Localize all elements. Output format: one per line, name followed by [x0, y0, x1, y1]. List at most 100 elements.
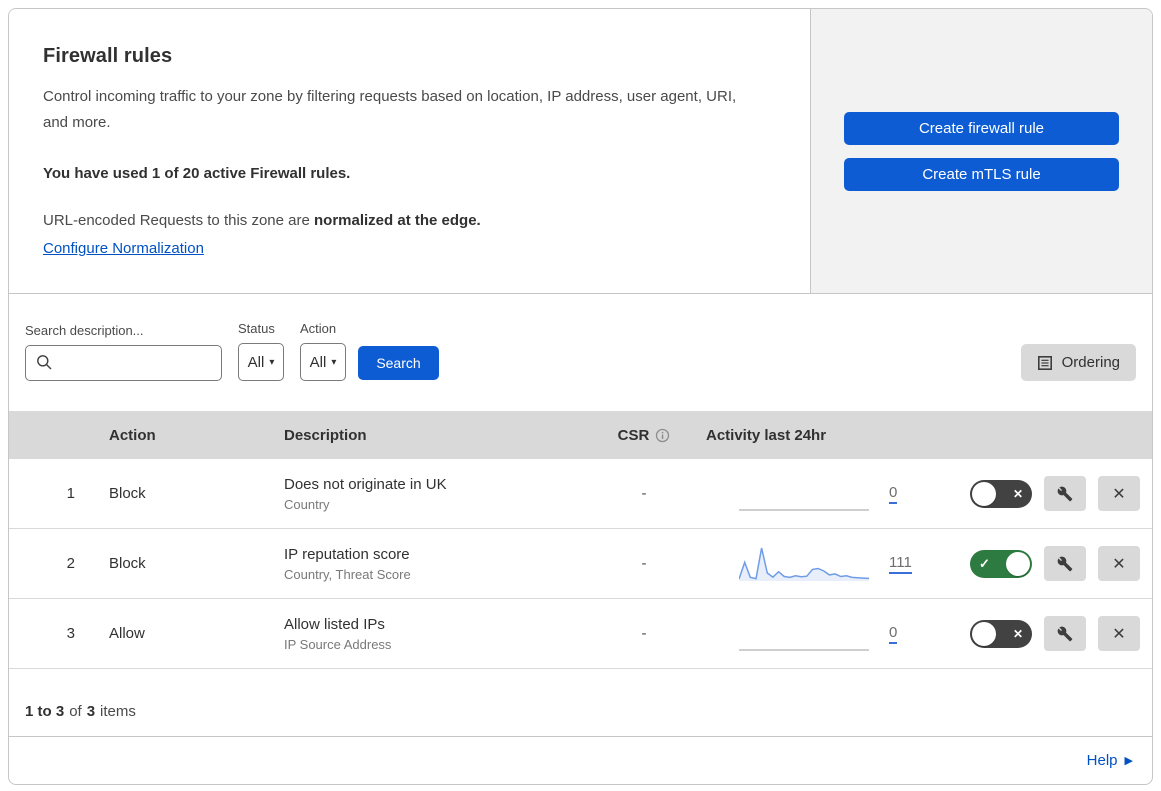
rule-priority: 1 — [66, 485, 75, 502]
normalization-note: URL-encoded Requests to this zone are no… — [43, 210, 770, 233]
rule-description: IP reputation score — [284, 545, 410, 563]
rule-description: Allow listed IPs — [284, 615, 385, 633]
wrench-icon — [1057, 556, 1073, 571]
close-icon: ✕ — [1112, 485, 1126, 503]
rule-activity-cell: 111 — [694, 544, 912, 584]
rule-fields: IP Source Address — [284, 636, 392, 652]
delete-rule-button[interactable]: ✕ — [1098, 476, 1140, 511]
configure-normalization-link[interactable]: Configure Normalization — [43, 240, 204, 257]
description-column-header: Description — [284, 426, 367, 444]
toggle-knob — [972, 621, 996, 646]
header-section: Firewall rules Control incoming traffic … — [9, 9, 1152, 294]
chevron-down-icon: ▾ — [331, 356, 337, 368]
search-input[interactable] — [25, 345, 222, 381]
rule-priority: 3 — [66, 625, 75, 642]
toggle-knob — [1006, 551, 1030, 576]
csr-column-header: CSR — [618, 427, 671, 444]
rule-status-toggle[interactable]: ✓ ✕ — [970, 619, 1032, 648]
close-icon: ✕ — [1112, 625, 1126, 643]
ordering-button[interactable]: Ordering — [1020, 344, 1136, 381]
rule-status-toggle[interactable]: ✓ ✕ — [970, 549, 1032, 578]
rule-description-cell: IP reputation score Country, Threat Scor… — [264, 546, 594, 582]
action-label: Action — [300, 321, 337, 336]
rule-description: Does not originate in UK — [284, 475, 447, 493]
help-arrow-icon: ▶ — [1124, 755, 1133, 767]
table-header: Action Description CSR Activity last 24h… — [9, 411, 1152, 459]
rule-action: Allow — [109, 625, 145, 642]
page-title: Firewall rules — [43, 45, 173, 67]
header-actions-panel: Create firewall rule Create mTLS rule — [811, 9, 1152, 293]
rule-priority: 2 — [66, 555, 75, 572]
ordering-button-label: Ordering — [1061, 354, 1120, 371]
normalization-text: URL-encoded Requests to this zone are — [43, 211, 314, 229]
rule-controls: ✓ ✕ ✕ — [909, 476, 1152, 511]
create-mtls-rule-button[interactable]: Create mTLS rule — [844, 157, 1119, 191]
create-firewall-rule-button[interactable]: Create firewall rule — [844, 111, 1119, 145]
activity-sparkline — [739, 648, 869, 651]
rule-csr-value: - — [641, 625, 647, 642]
x-icon: ✕ — [1012, 626, 1023, 641]
footer-of-text: of — [69, 703, 82, 720]
search-button[interactable]: Search — [358, 346, 439, 380]
rule-activity-cell: 0 — [694, 614, 909, 654]
item-total: 3 — [86, 703, 96, 720]
wrench-icon — [1057, 486, 1073, 501]
rule-fields: Country — [284, 496, 330, 512]
page-description: Control incoming traffic to your zone by… — [43, 88, 737, 132]
rule-csr-value: - — [641, 555, 647, 572]
search-group: Search description... — [25, 323, 222, 381]
toggle-knob — [972, 481, 996, 506]
rule-fields: Country, Threat Score — [284, 566, 411, 582]
edit-rule-button[interactable] — [1044, 476, 1086, 511]
help-bar: Help ▶ — [9, 736, 1152, 784]
rule-description-cell: Allow listed IPs IP Source Address — [264, 616, 594, 652]
action-column-header: Action — [109, 426, 156, 444]
search-icon — [37, 355, 52, 370]
rule-description-cell: Does not originate in UK Country — [264, 476, 594, 512]
rule-action: Block — [109, 555, 146, 572]
edit-rule-button[interactable] — [1044, 546, 1086, 581]
check-icon: ✓ — [979, 555, 990, 571]
delete-rule-button[interactable]: ✕ — [1098, 546, 1140, 581]
help-link[interactable]: Help — [1087, 752, 1118, 769]
status-label: Status — [238, 321, 275, 336]
action-select[interactable]: All ▾ — [300, 343, 346, 381]
rule-csr-value: - — [641, 485, 647, 502]
x-icon: ✕ — [1012, 486, 1023, 501]
normalization-bold-text: normalized at the edge. — [314, 211, 481, 229]
footer-items-text: items — [100, 703, 136, 720]
activity-column-header: Activity last 24hr — [706, 426, 827, 444]
wrench-icon — [1057, 626, 1073, 641]
table-row: 1 Block Does not originate in UK Country… — [9, 459, 1152, 529]
rule-controls: ✓ ✕ ✕ — [909, 616, 1152, 651]
activity-sparkline — [739, 547, 869, 581]
csr-header-label: CSR — [617, 426, 650, 444]
activity-count-link[interactable]: 0 — [889, 484, 898, 504]
rule-controls: ✓ ✕ ✕ — [909, 546, 1152, 581]
chevron-down-icon: ▾ — [269, 356, 275, 368]
action-filter-group: Action All ▾ — [300, 321, 346, 381]
edit-rule-button[interactable] — [1044, 616, 1086, 651]
rule-activity-cell: 0 — [694, 474, 909, 514]
table-row: 2 Block IP reputation score Country, Thr… — [9, 529, 1152, 599]
table-row: 3 Allow Allow listed IPs IP Source Addre… — [9, 599, 1152, 669]
usage-summary: You have used 1 of 20 active Firewall ru… — [43, 164, 351, 182]
close-icon: ✕ — [1112, 555, 1126, 573]
header-text-area: Firewall rules Control incoming traffic … — [9, 9, 811, 293]
table-footer: 1 to 3 of 3 items — [9, 669, 1152, 736]
ordering-icon — [1037, 355, 1052, 370]
rule-status-toggle[interactable]: ✓ ✕ — [970, 479, 1032, 508]
rule-action: Block — [109, 485, 146, 502]
status-select[interactable]: All ▾ — [238, 343, 284, 381]
info-icon[interactable] — [655, 428, 670, 443]
activity-sparkline — [739, 508, 869, 511]
action-selected-value: All — [309, 353, 327, 371]
filter-bar: Search description... Status All ▾ Actio… — [9, 294, 1152, 411]
firewall-rules-card: Firewall rules Control incoming traffic … — [8, 8, 1153, 785]
status-filter-group: Status All ▾ — [238, 321, 284, 381]
item-range: 1 to 3 — [25, 703, 65, 720]
delete-rule-button[interactable]: ✕ — [1098, 616, 1140, 651]
activity-count-link[interactable]: 0 — [889, 624, 898, 644]
search-label: Search description... — [25, 323, 144, 338]
search-box — [25, 345, 222, 381]
